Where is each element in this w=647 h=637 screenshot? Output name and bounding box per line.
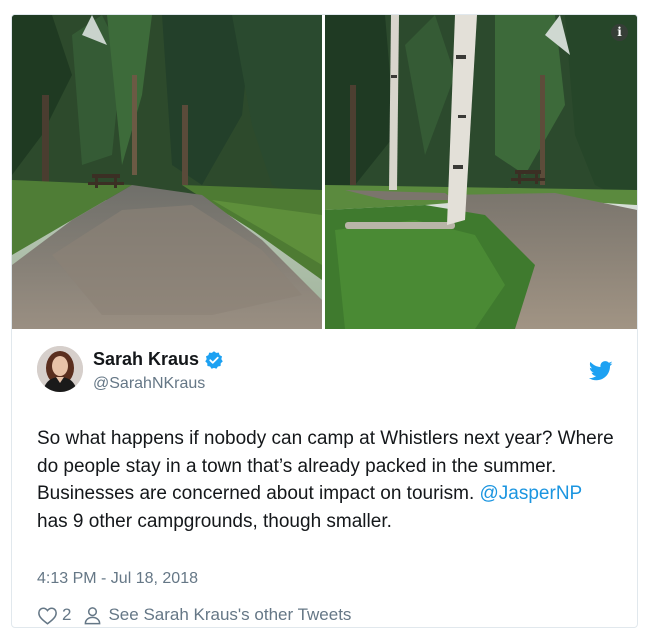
like-count[interactable]: 2 (62, 605, 71, 625)
verified-badge-icon (205, 350, 223, 369)
author-display-name[interactable]: Sarah Kraus (93, 349, 199, 370)
info-icon[interactable]: i (611, 24, 628, 41)
avatar[interactable] (37, 346, 83, 392)
author-name-row: Sarah Kraus (93, 349, 224, 370)
campsite-photo-right[interactable]: i (325, 15, 637, 329)
tweet-text-part: has 9 other campgrounds, though smaller. (37, 510, 392, 532)
photo-grid: i (12, 15, 637, 329)
embedded-tweet-card: i Sarah Kraus @SarahNKraus So what happe… (11, 14, 638, 628)
tweet-text: So what happens if nobody can camp at Wh… (37, 425, 617, 535)
other-tweets-link[interactable]: See Sarah Kraus's other Tweets (108, 605, 351, 625)
person-icon (85, 606, 101, 624)
author-handle[interactable]: @SarahNKraus (93, 375, 205, 393)
tweet-timestamp[interactable]: 4:13 PM - Jul 18, 2018 (37, 570, 198, 588)
campsite-photo-left[interactable] (12, 15, 322, 329)
heart-icon[interactable] (37, 606, 58, 625)
twitter-bird-icon[interactable] (589, 361, 613, 381)
tweet-body: Sarah Kraus @SarahNKraus So what happens… (12, 329, 637, 627)
mention-link[interactable]: @JasperNP (480, 483, 582, 504)
tweet-actions: 2 See Sarah Kraus's other Tweets (37, 605, 351, 625)
